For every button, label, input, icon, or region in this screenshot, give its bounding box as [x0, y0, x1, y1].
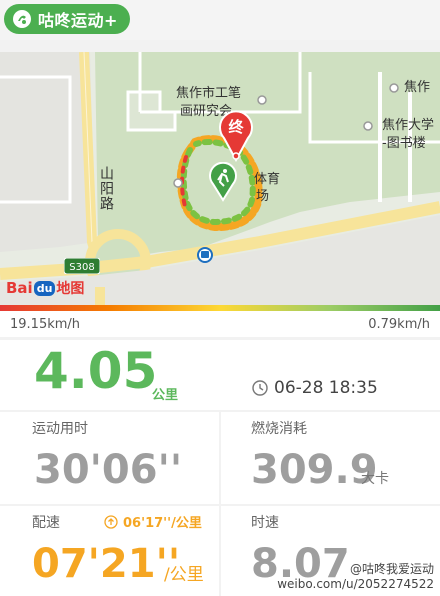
end-marker-icon[interactable]: 终 [218, 110, 254, 162]
datetime-text: 06-28 18:35 [274, 378, 378, 398]
speed-label: 时速 [251, 515, 279, 531]
distance-unit: 公里 [152, 388, 179, 403]
provider-suffix: 地图 [56, 281, 85, 297]
end-marker-label: 终 [228, 118, 244, 136]
distance-value: 4.05 [34, 342, 158, 400]
map-label-poi: 焦作 [404, 80, 431, 95]
duration-label: 运动用时 [32, 421, 88, 437]
distance-card: 4.05 公里 06-28 18:35 [0, 340, 440, 410]
top-bar: 咕咚运动+ [0, 0, 440, 40]
speed-min: 0.79km/h [368, 316, 430, 332]
map-provider-logo: Bai du 地图 [6, 278, 84, 298]
map-label-road: 山阳路 [98, 166, 114, 211]
map-label-poi: 焦作大学 [382, 118, 435, 133]
app-name: 咕咚运动+ [38, 11, 118, 30]
speed-max: 19.15km/h [10, 316, 81, 332]
runner-logo-icon [13, 10, 31, 28]
best-pace: 06'17''/公里 [104, 512, 202, 531]
clock-icon [252, 380, 268, 396]
paw-icon: du [33, 280, 56, 296]
calories-label: 燃烧消耗 [251, 421, 307, 437]
duration-cell: 运动用时 30'06'' [0, 412, 219, 504]
start-marker-icon[interactable] [208, 162, 238, 202]
map-label-poi: 场 [256, 189, 270, 204]
duration-value: 30'06'' [34, 447, 183, 493]
pace-value: 07'21'' [32, 541, 181, 587]
best-pace-value: 06'17''/公里 [123, 516, 202, 531]
map-label-poi: 焦作市工笔 [176, 86, 242, 101]
datetime: 06-28 18:35 [252, 378, 378, 398]
map-label-poi: -图书楼 [382, 136, 426, 151]
calories-cell: 燃烧消耗 309.9 大卡 [221, 412, 440, 504]
route-map[interactable]: 焦作市工笔 画研究会 焦作 焦作大学 -图书楼 体育 场 山阳路 终 S308 … [0, 52, 440, 305]
pace-label: 配速 [32, 515, 60, 531]
watermark-handle: @咕咚我爱运动 [349, 562, 434, 576]
calories-unit: 大卡 [361, 471, 389, 487]
best-pace-icon [104, 514, 118, 529]
speed-range: 19.15km/h 0.79km/h [0, 311, 440, 337]
watermark-url: weibo.com/u/2052274522 [277, 577, 434, 591]
map-label-poi: 体育 [254, 172, 281, 187]
pace-unit: /公里 [164, 565, 204, 585]
provider-bai: Bai [6, 279, 33, 297]
calories-value: 309.9 [251, 447, 378, 493]
route-shield-icon: S308 [64, 258, 100, 274]
route-shield-label: S308 [69, 262, 94, 273]
pace-cell: 配速 06'17''/公里 07'21'' /公里 [0, 506, 219, 596]
app-logo: 咕咚运动+ [4, 4, 130, 34]
watermark: @咕咚我爱运动 weibo.com/u/2052274522 [277, 562, 434, 592]
